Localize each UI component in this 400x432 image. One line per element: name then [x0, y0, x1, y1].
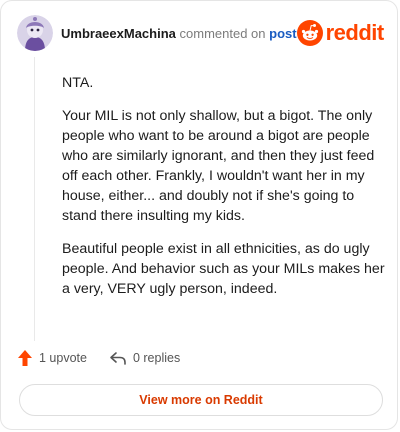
- reply-button[interactable]: 0 replies: [109, 350, 180, 366]
- upvote-button[interactable]: 1 upvote: [17, 349, 87, 367]
- upvote-count: 1 upvote: [39, 351, 87, 365]
- comment-footer: 1 upvote 0 replies: [17, 349, 202, 367]
- reddit-snoo-icon: [296, 20, 323, 46]
- comment-paragraph-2: Your MIL is not only shallow, but a bigo…: [62, 108, 375, 224]
- comment-header: UmbraeexMachina commented on post reddit: [17, 15, 385, 51]
- comment-body: NTA. Your MIL is not only shallow, but a…: [62, 73, 387, 312]
- action-text: commented on: [179, 25, 266, 41]
- thread-line: [34, 57, 35, 341]
- reddit-wordmark: reddit: [325, 20, 385, 45]
- view-more-button[interactable]: View more on Reddit: [19, 384, 383, 416]
- post-link[interactable]: post: [269, 26, 296, 41]
- reddit-comment-embed: UmbraeexMachina commented on post reddit…: [0, 0, 398, 430]
- comment-paragraph-1: NTA.: [62, 75, 94, 91]
- reply-arrow-icon: [110, 352, 126, 365]
- comment-paragraph-3: Beautiful people exist in all ethnicitie…: [62, 241, 385, 297]
- avatar[interactable]: [17, 15, 53, 51]
- upvote-arrow-icon: [18, 350, 32, 366]
- reddit-logo[interactable]: reddit: [296, 20, 385, 46]
- comment-meta: UmbraeexMachina commented on post: [61, 26, 297, 41]
- reply-count: 0 replies: [132, 351, 181, 365]
- username[interactable]: UmbraeexMachina: [61, 26, 176, 41]
